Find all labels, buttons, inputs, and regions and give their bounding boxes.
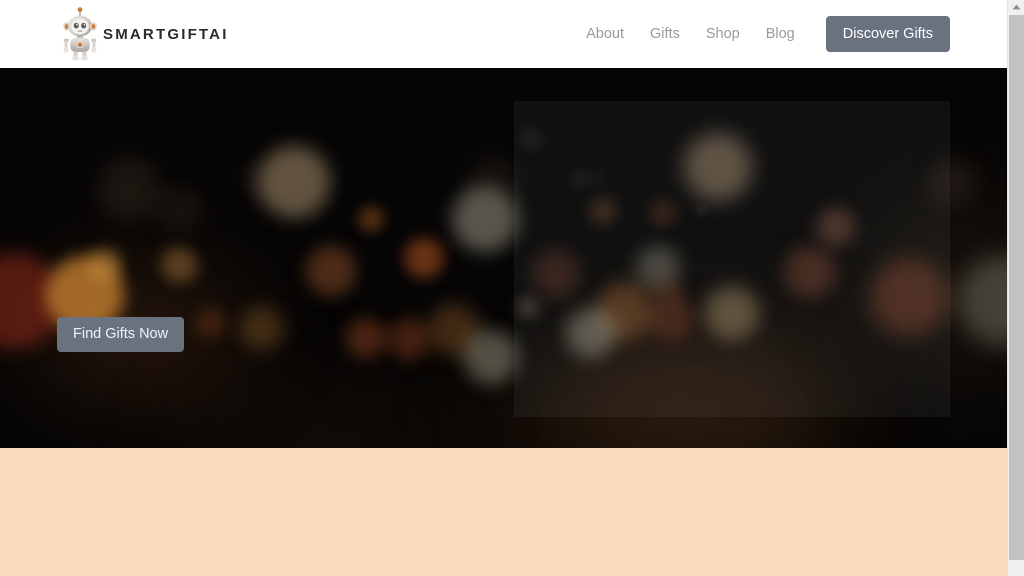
caret-up-icon[interactable] <box>1008 0 1024 14</box>
nav-item-blog[interactable]: Blog <box>753 27 808 42</box>
bokeh-circle <box>590 198 616 224</box>
bokeh-circle <box>958 256 1007 346</box>
bokeh-circle <box>171 254 201 284</box>
bokeh-circle <box>705 286 759 340</box>
bokeh-circle <box>466 156 518 208</box>
vertical-scrollbar[interactable] <box>1007 0 1024 576</box>
nav-item-about[interactable]: About <box>573 27 637 42</box>
scrollbar-thumb[interactable] <box>1009 15 1024 560</box>
hero-section: Find Gifts Now <box>0 68 1007 448</box>
bokeh-circle <box>655 278 683 306</box>
brand-name: SMARTGIFTAI <box>103 25 229 43</box>
bokeh-circle <box>156 186 202 232</box>
bokeh-circle <box>650 200 676 226</box>
bokeh-circle <box>532 250 580 298</box>
bokeh-circle <box>98 158 160 220</box>
bokeh-circle <box>870 258 948 336</box>
bokeh-circle <box>784 246 836 298</box>
bokeh-circle <box>520 128 542 150</box>
bokeh-circle <box>242 162 280 200</box>
site-header: SMARTGIFTAI About Gifts Shop Blog Discov… <box>0 0 1007 68</box>
bokeh-circle <box>88 248 122 282</box>
robot-mascot-icon <box>55 7 105 61</box>
bokeh-circle <box>388 318 430 360</box>
bokeh-circle <box>358 206 384 232</box>
bokeh-circle <box>684 133 752 201</box>
bokeh-circle <box>566 308 616 358</box>
bokeh-circle <box>306 246 356 296</box>
hero-bokeh-background <box>0 68 1007 448</box>
bokeh-circle <box>590 172 604 186</box>
bokeh-circle <box>817 208 855 246</box>
bokeh-circle <box>517 296 539 318</box>
peach-content-section <box>0 448 1007 576</box>
bokeh-circle <box>346 318 386 358</box>
main-navigation: About Gifts Shop Blog Discover Gifts <box>573 15 950 53</box>
bokeh-circle <box>572 170 590 188</box>
bokeh-circle <box>464 330 518 384</box>
discover-gifts-button[interactable]: Discover Gifts <box>825 15 950 53</box>
find-gifts-now-button[interactable]: Find Gifts Now <box>57 317 185 352</box>
bokeh-circle <box>697 206 705 214</box>
brand-logo[interactable]: SMARTGIFTAI <box>55 7 229 61</box>
page-viewport: SMARTGIFTAI About Gifts Shop Blog Discov… <box>0 0 1007 576</box>
nav-item-shop[interactable]: Shop <box>693 27 753 42</box>
nav-item-gifts[interactable]: Gifts <box>637 27 693 42</box>
bokeh-circle <box>930 160 976 206</box>
bokeh-circle <box>196 308 226 338</box>
bokeh-circle <box>240 306 284 350</box>
bokeh-circle <box>404 238 444 278</box>
